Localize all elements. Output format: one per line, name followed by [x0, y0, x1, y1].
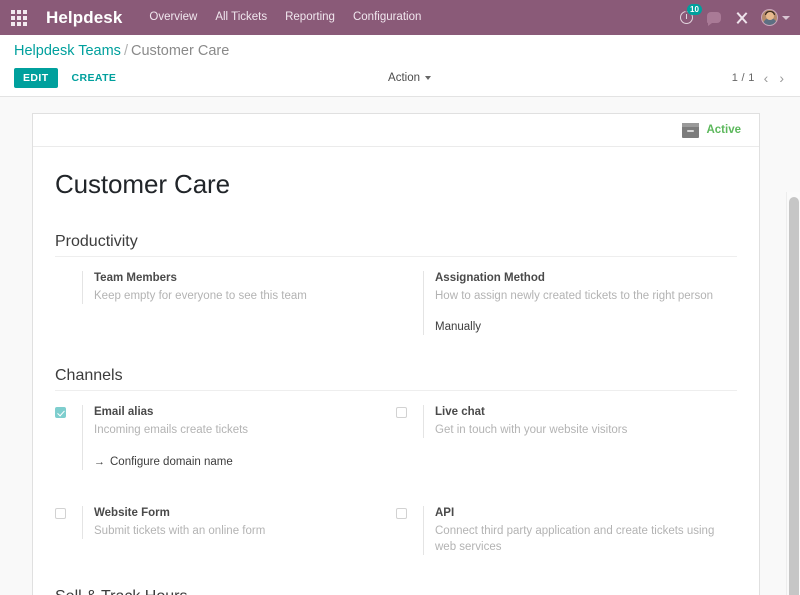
- activity-systray-button[interactable]: [729, 0, 755, 35]
- checkbox-slot: [396, 506, 423, 519]
- configure-domain-name-label: Configure domain name: [110, 456, 233, 468]
- archive-box-icon: [682, 122, 700, 138]
- field-api: API Connect third party application and …: [423, 506, 719, 555]
- chevron-down-icon: [425, 76, 432, 80]
- nav-item-configuration[interactable]: Configuration: [344, 0, 430, 35]
- checkbox-slot: [55, 506, 82, 519]
- timer-badge-count: 10: [687, 4, 702, 15]
- vertical-scrollbar[interactable]: [786, 192, 800, 595]
- checkbox-email-alias[interactable]: [55, 407, 66, 418]
- field-assignation-method: Assignation Method How to assign newly c…: [423, 271, 719, 335]
- messaging-systray-button[interactable]: [701, 0, 727, 35]
- avatar: [761, 9, 778, 26]
- control-panel-left-buttons: EDIT CREATE: [14, 67, 123, 89]
- channels-row-2: Website Form Submit tickets with an onli…: [55, 506, 737, 555]
- close-x-icon: [735, 11, 749, 25]
- checkbox-slot-empty: [396, 271, 423, 273]
- form-view-content: Active Customer Care Productivity Team M…: [0, 97, 800, 595]
- field-group-assignation-method: Assignation Method How to assign newly c…: [396, 271, 737, 335]
- page-title: Customer Care: [55, 169, 230, 199]
- field-help-website-form: Submit tickets with an online form: [94, 525, 266, 537]
- apps-menu-button[interactable]: [0, 0, 38, 35]
- breadcrumb-separator: /: [123, 43, 128, 59]
- field-help-assignation-method: How to assign newly created tickets to t…: [435, 290, 714, 302]
- edit-button[interactable]: EDIT: [14, 67, 58, 89]
- control-panel-buttons-row: EDIT CREATE Action 1 / 1 ‹ ›: [14, 66, 786, 90]
- timer-systray-button[interactable]: 10: [673, 0, 702, 35]
- vertical-scrollbar-thumb[interactable]: [789, 197, 799, 595]
- pager: 1 / 1 ‹ ›: [732, 71, 786, 85]
- productivity-row: Team Members Keep empty for everyone to …: [55, 271, 737, 335]
- channels-row-1: Email alias Incoming emails create ticke…: [55, 405, 737, 470]
- form-status-bar: Active: [33, 114, 759, 147]
- chat-bubble-icon: [707, 12, 721, 26]
- field-group-live-chat: Live chat Get in touch with your website…: [396, 405, 737, 470]
- nav-item-overview[interactable]: Overview: [140, 0, 206, 35]
- breadcrumb-current: Customer Care: [130, 43, 230, 59]
- field-help-email-alias: Incoming emails create tickets: [94, 424, 249, 436]
- checkbox-website-form[interactable]: [55, 508, 66, 519]
- nav-item-reporting[interactable]: Reporting: [276, 0, 344, 35]
- configure-domain-name-link[interactable]: → Configure domain name: [94, 456, 233, 468]
- field-label-api: API: [435, 507, 455, 519]
- field-help-team-members: Keep empty for everyone to see this team: [94, 290, 307, 302]
- field-label-live-chat: Live chat: [435, 406, 485, 418]
- field-label-email-alias: Email alias: [94, 406, 154, 418]
- checkbox-slot-empty: [55, 271, 82, 273]
- field-email-alias: Email alias Incoming emails create ticke…: [82, 405, 378, 470]
- field-team-members: Team Members Keep empty for everyone to …: [82, 271, 378, 304]
- field-live-chat: Live chat Get in touch with your website…: [423, 405, 719, 438]
- breadcrumb: Helpdesk Teams / Customer Care: [14, 43, 786, 59]
- control-panel: Helpdesk Teams / Customer Care EDIT CREATE…: [0, 35, 800, 97]
- field-group-email-alias: Email alias Incoming emails create ticke…: [55, 405, 396, 470]
- field-help-api: Connect third party application and crea…: [435, 525, 715, 553]
- systray: 10: [673, 0, 800, 35]
- form-sheet: Active Customer Care Productivity Team M…: [32, 113, 760, 595]
- chevron-down-icon: [782, 15, 790, 20]
- checkbox-slot: [396, 405, 423, 418]
- top-navbar: Helpdesk Overview All Tickets Reporting …: [0, 0, 800, 35]
- app-brand-title[interactable]: Helpdesk: [46, 8, 122, 28]
- odoo-helpdesk-app: Helpdesk Overview All Tickets Reporting …: [0, 0, 800, 595]
- checkbox-api[interactable]: [396, 508, 407, 519]
- field-group-team-members: Team Members Keep empty for everyone to …: [55, 271, 396, 335]
- pager-previous-button[interactable]: ‹: [762, 71, 771, 85]
- action-dropdown[interactable]: Action: [384, 70, 435, 86]
- field-label-assignation-method: Assignation Method: [435, 272, 545, 284]
- checkbox-live-chat[interactable]: [396, 407, 407, 418]
- pager-value: 1 / 1: [731, 72, 755, 84]
- field-help-live-chat: Get in touch with your website visitors: [435, 424, 628, 436]
- field-group-api: API Connect third party application and …: [396, 506, 737, 555]
- user-menu-button[interactable]: [757, 9, 790, 26]
- field-label-team-members: Team Members: [94, 272, 177, 284]
- field-label-website-form: Website Form: [94, 507, 170, 519]
- status-badge: Active: [706, 124, 741, 136]
- section-title-sell-track-hours: Sell & Track Hours: [55, 588, 737, 595]
- field-group-website-form: Website Form Submit tickets with an onli…: [55, 506, 396, 555]
- section-title-productivity: Productivity: [55, 233, 737, 257]
- breadcrumb-root-link[interactable]: Helpdesk Teams: [14, 43, 121, 59]
- nav-item-all-tickets[interactable]: All Tickets: [206, 0, 276, 35]
- navbar-menu: Overview All Tickets Reporting Configura…: [140, 0, 430, 35]
- field-website-form: Website Form Submit tickets with an onli…: [82, 506, 378, 539]
- create-button[interactable]: CREATE: [66, 68, 123, 89]
- arrow-right-icon: →: [94, 456, 105, 468]
- control-panel-center: Action: [122, 70, 731, 86]
- section-title-channels: Channels: [55, 367, 737, 391]
- field-value-assignation-method: Manually: [435, 321, 482, 333]
- pager-next-button[interactable]: ›: [777, 71, 786, 85]
- checkbox-slot: [55, 405, 82, 418]
- action-dropdown-label: Action: [388, 72, 421, 84]
- grid-apps-icon: [11, 9, 27, 26]
- form-sheet-body: Customer Care Productivity Team Members …: [33, 147, 759, 595]
- archive-status-button[interactable]: Active: [682, 122, 741, 138]
